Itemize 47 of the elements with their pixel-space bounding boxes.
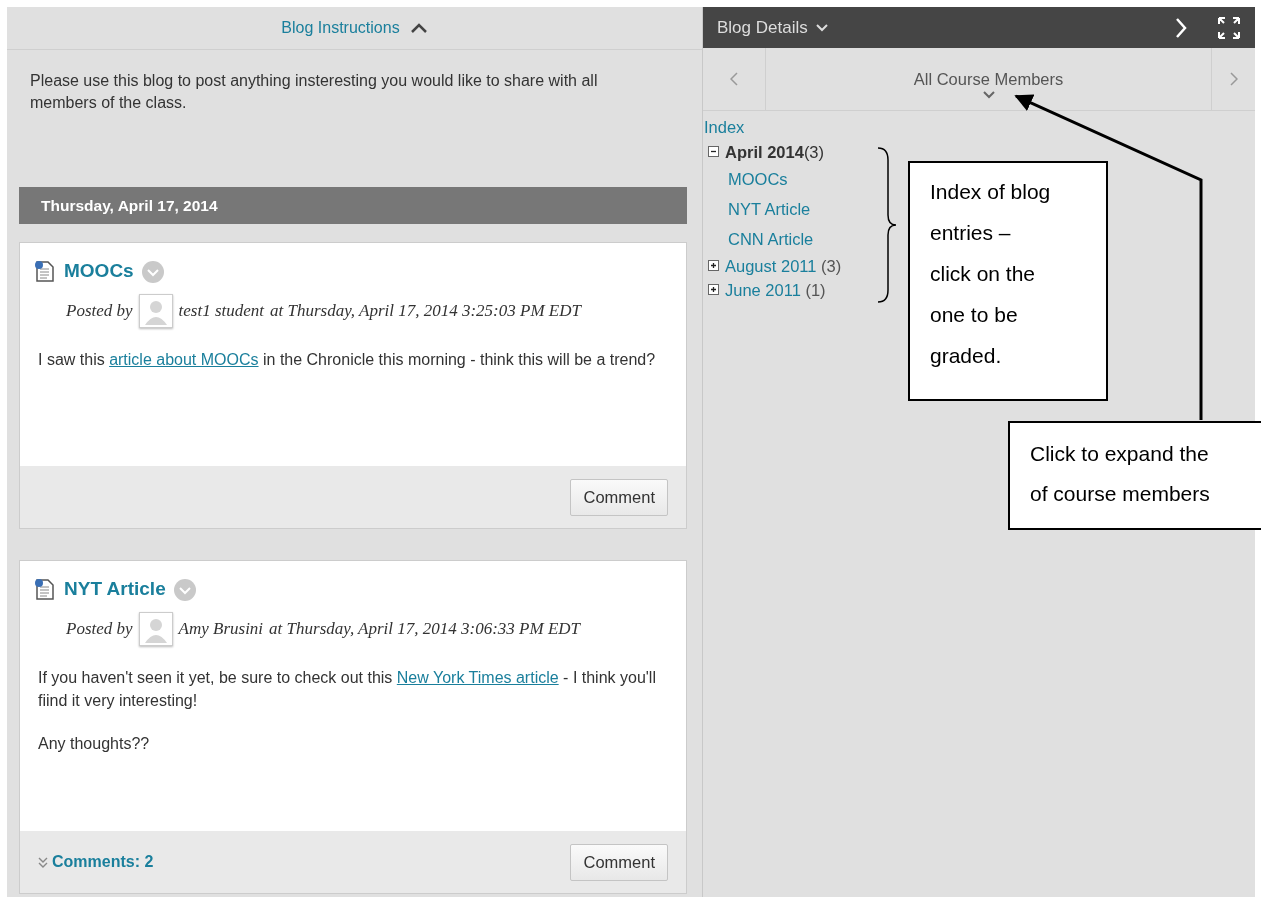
panel-title[interactable]: Blog Details: [717, 14, 808, 41]
text-link[interactable]: New York Times article: [396, 668, 559, 686]
callout-text: one to be: [930, 302, 1019, 328]
document-icon: [34, 260, 56, 283]
index-group[interactable]: June 2011 (1): [725, 277, 826, 302]
index-group[interactable]: August 2011 (3): [725, 253, 842, 278]
date-heading: Thursday, April 17, 2014: [19, 187, 687, 225]
text-link[interactable]: article about MOOCs: [109, 350, 259, 368]
index-entry[interactable]: NYT Article: [728, 193, 811, 224]
expand-icon[interactable]: [708, 284, 719, 296]
posted-by-label: Posted by: [66, 618, 133, 640]
comments-link[interactable]: Comments: 2: [38, 850, 154, 875]
callout-text: Click to expand the: [1030, 441, 1210, 467]
index-entry[interactable]: CNN Article: [728, 223, 814, 254]
chevron-down-icon[interactable]: [982, 91, 995, 100]
post-timestamp: at Thursday, April 17, 2014 3:25:03 PM EDT: [270, 300, 581, 322]
callout-text: click on the: [930, 261, 1037, 287]
author-name: test1 student: [178, 300, 265, 322]
comment-button[interactable]: Comment: [570, 843, 668, 881]
collapse-icon[interactable]: [409, 21, 428, 35]
callout-text: entries –: [930, 220, 1012, 246]
avatar: [138, 611, 173, 646]
post-timestamp: at Thursday, April 17, 2014 3:06:33 PM EDT: [269, 618, 580, 640]
comment-button[interactable]: Comment: [570, 478, 668, 516]
post-title[interactable]: NYT Article: [64, 575, 166, 604]
post-text: Any thoughts??: [38, 733, 151, 754]
index-group[interactable]: April 2014(3): [725, 139, 825, 164]
document-icon: [34, 578, 56, 601]
expand-icon[interactable]: [708, 260, 719, 272]
post-text: If you haven't seen it yet, be sure to check out this New York Times article - I think you'll fiind it very interesting!: [38, 667, 657, 711]
callout-text: graded.: [930, 343, 1003, 369]
index-heading: Index: [704, 117, 746, 138]
avatar: [138, 293, 173, 328]
callout-text: of course members: [1030, 481, 1211, 507]
index-entry[interactable]: MOOCs: [728, 163, 788, 194]
panel-title[interactable]: Blog Instructions: [281, 16, 400, 40]
fullscreen-icon[interactable]: [1217, 15, 1241, 40]
member-filter[interactable]: All Course Members: [913, 66, 1064, 92]
collapse-icon[interactable]: [708, 146, 719, 158]
chevron-right-icon[interactable]: [1175, 16, 1187, 39]
instructions-text: Please use this blog to post anything insteresting you would like to share with all members of the class.: [29, 71, 599, 113]
posted-by-label: Posted by: [66, 300, 133, 322]
post-text: I saw this article about MOOCs in the Chronicle this morning - think this will be a trend?: [38, 349, 657, 370]
expand-icon: [38, 856, 48, 868]
author-name: Amy Brusini: [178, 618, 264, 640]
callout-text: Index of blog: [930, 179, 1052, 205]
post-title[interactable]: MOOCs: [64, 257, 134, 286]
